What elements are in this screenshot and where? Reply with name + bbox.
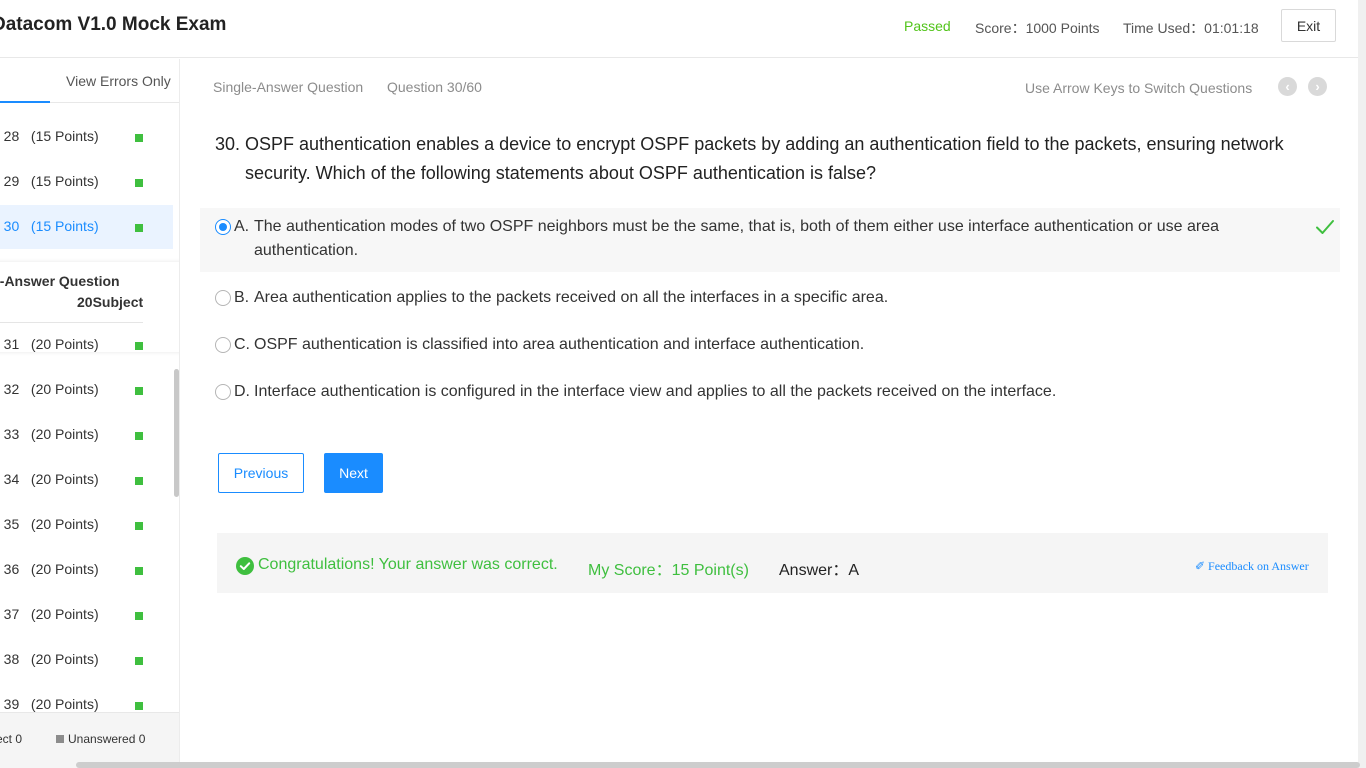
question-nav-label: n 36 (20 Points) — [0, 561, 99, 577]
answered-status-icon — [135, 224, 143, 232]
answered-status-icon — [135, 702, 143, 710]
question-nav-label: n 33 (20 Points) — [0, 426, 99, 442]
next-button[interactable]: Next — [324, 453, 383, 493]
question-nav-label: n 29 (15 Points) — [0, 173, 99, 189]
answered-status-icon — [135, 522, 143, 530]
result-message: Congratulations! Your answer was correct… — [258, 556, 558, 573]
question-nav-item[interactable]: n 31 (20 Points) — [0, 323, 173, 367]
question-nav-item-current[interactable]: n 30 (15 Points) — [0, 205, 173, 249]
sidebar-legend: ect 0 Unanswered 0 — [0, 712, 179, 768]
answer-option[interactable]: B. Area authentication applies to the pac… — [200, 281, 1340, 315]
question-nav-item[interactable]: n 33 (20 Points) — [0, 413, 173, 457]
radio-button[interactable] — [215, 384, 231, 400]
legend-correct: ect 0 — [0, 732, 23, 746]
question-nav-item[interactable]: n 32 (20 Points) — [0, 368, 173, 412]
question-nav-item[interactable]: n 38 (20 Points) — [0, 638, 173, 682]
question-nav-item[interactable]: n 35 (20 Points) — [0, 503, 173, 547]
answered-status-icon — [135, 567, 143, 575]
previous-button[interactable]: Previous — [218, 453, 304, 493]
time-used: Time Used：01:01:18 — [1123, 20, 1259, 36]
group-title: e-Answer Question — [0, 273, 120, 289]
question-type: Single-Answer Question — [213, 79, 364, 95]
correct-check-icon — [1316, 220, 1334, 234]
question-nav-label: n 32 (20 Points) — [0, 381, 99, 397]
keyboard-hint: Use Arrow Keys to Switch Questions — [1025, 80, 1253, 96]
page-horizontal-scrollbar[interactable] — [76, 762, 1360, 768]
question-counter: Question 30/60 — [387, 79, 482, 95]
option-body: Interface authentication is configured i… — [254, 383, 1057, 400]
option-text: C. OSPF authentication is classified into… — [234, 333, 1274, 357]
unanswered-square-icon — [56, 735, 64, 743]
question-number: 30. — [215, 134, 241, 154]
page-vertical-scrollbar[interactable] — [1358, 0, 1366, 768]
option-body: The authentication modes of two OSPF nei… — [254, 218, 1219, 259]
check-circle-icon — [236, 557, 254, 575]
answer-option[interactable]: A. The authentication modes of two OSPF n… — [200, 208, 1340, 272]
chevron-left-icon[interactable]: ‹ — [1278, 77, 1297, 96]
radio-selected[interactable] — [215, 219, 231, 235]
question-nav-item[interactable]: n 37 (20 Points) — [0, 593, 173, 637]
question-nav-item[interactable]: n 29 (15 Points) — [0, 160, 173, 204]
option-letter: C. — [234, 336, 250, 353]
answered-status-icon — [135, 387, 143, 395]
group-subject-count: 20Subject — [77, 294, 144, 310]
legend-unanswered-label: Unanswered 0 — [68, 732, 146, 746]
legend-unanswered: Unanswered 0 — [56, 732, 145, 746]
question-nav-label: n 35 (20 Points) — [0, 516, 99, 532]
app-title: Datacom V1.0 Mock Exam — [0, 14, 227, 35]
top-bar: Datacom V1.0 Mock Exam Passed Score：1000… — [0, 0, 1366, 58]
sidebar-tabs: View Errors Only — [0, 59, 179, 103]
radio-button[interactable] — [215, 337, 231, 353]
total-score: Score：1000 Points — [975, 20, 1100, 36]
question-nav-label: n 34 (20 Points) — [0, 471, 99, 487]
feedback-link[interactable]: ✐ Feedback on Answer — [1195, 559, 1309, 574]
answered-status-icon — [135, 612, 143, 620]
question-nav-label: n 28 (15 Points) — [0, 128, 99, 144]
answered-status-icon — [135, 432, 143, 440]
answered-status-icon — [135, 657, 143, 665]
option-letter: D. — [234, 383, 250, 400]
option-body: Area authentication applies to the packe… — [254, 289, 889, 306]
question-sidebar: View Errors Only n 28 (15 Points) n 29 (1… — [0, 59, 180, 768]
option-text: B. Area authentication applies to the pac… — [234, 286, 1274, 310]
tab-all-questions[interactable] — [0, 59, 50, 103]
question-nav-item[interactable]: n 28 (15 Points) — [0, 115, 173, 159]
question-stem: 30. OSPF authentication enables a device… — [215, 130, 1315, 188]
answer-option[interactable]: C. OSPF authentication is classified into… — [200, 328, 1340, 362]
tab-view-errors-only[interactable]: View Errors Only — [66, 73, 171, 89]
chevron-right-icon[interactable]: › — [1308, 77, 1327, 96]
question-nav-label: n 38 (20 Points) — [0, 651, 99, 667]
question-nav-item[interactable]: n 34 (20 Points) — [0, 458, 173, 502]
question-nav-label: n 39 (20 Points) — [0, 696, 99, 712]
question-text: OSPF authentication enables a device to … — [245, 134, 1284, 183]
answered-status-icon — [135, 179, 143, 187]
question-nav-label: n 31 (20 Points) — [0, 336, 99, 352]
question-nav-label: n 30 (15 Points) — [0, 218, 99, 234]
sidebar-scrollbar[interactable] — [174, 369, 179, 497]
my-score: My Score：15 Point(s) — [588, 562, 749, 579]
answered-status-icon — [135, 342, 143, 350]
exam-status: Passed — [904, 18, 951, 34]
radio-button[interactable] — [215, 290, 231, 306]
answer-option[interactable]: D. Interface authentication is configured… — [200, 375, 1340, 409]
question-nav-label: n 37 (20 Points) — [0, 606, 99, 622]
option-text: A. The authentication modes of two OSPF n… — [234, 215, 1274, 263]
option-body: OSPF authentication is classified into a… — [254, 336, 865, 353]
exit-button[interactable]: Exit — [1281, 9, 1336, 42]
answered-status-icon — [135, 477, 143, 485]
option-letter: A. — [234, 218, 250, 235]
question-nav-item[interactable]: n 36 (20 Points) — [0, 548, 173, 592]
result-panel: Congratulations! Your answer was correct… — [217, 533, 1328, 593]
answered-status-icon — [135, 134, 143, 142]
option-letter: B. — [234, 289, 250, 306]
option-text: D. Interface authentication is configured… — [234, 380, 1274, 404]
correct-answer: Answer：A — [779, 562, 860, 579]
